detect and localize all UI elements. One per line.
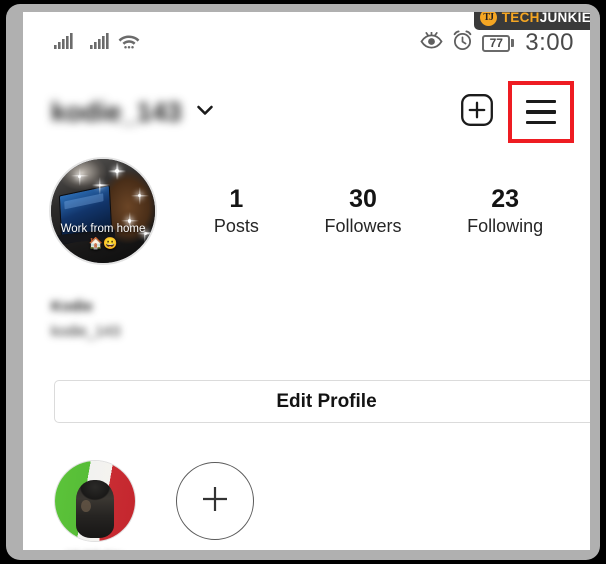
- new-post-button[interactable]: [456, 91, 498, 133]
- cellular-signal-icon: [89, 31, 111, 56]
- avatar[interactable]: Work from home 🏠😀: [49, 157, 157, 265]
- status-bar-left: [53, 31, 141, 56]
- watermark-brand-second: JUNKIE: [539, 12, 590, 25]
- techjunkie-watermark: TJ TECHJUNKIE: [473, 12, 590, 30]
- device-frame: TJ TECHJUNKIE 77 3:00 kodie_143 Work fro…: [6, 4, 600, 560]
- eye-care-icon: [420, 30, 443, 55]
- new-highlight[interactable]: New: [173, 460, 257, 550]
- stat-following-value: 23: [491, 184, 520, 213]
- profile-header: kodie_143: [23, 78, 590, 146]
- stat-posts[interactable]: 1 Posts: [214, 184, 259, 239]
- avatar-caption-emojis: 🏠😀: [88, 237, 118, 250]
- menu-button-highlight: [508, 81, 574, 143]
- bio-display-name: Kodie: [51, 298, 93, 315]
- sparkle-icon: [78, 174, 82, 178]
- new-highlight-label: New: [198, 548, 232, 550]
- username-dropdown[interactable]: kodie_143: [51, 97, 216, 128]
- profile-username: kodie_143: [51, 96, 182, 127]
- plus-icon: [198, 482, 232, 521]
- stat-posts-label: Posts: [213, 215, 259, 236]
- avatar-caption: Work from home 🏠😀: [51, 222, 155, 251]
- battery-icon: 77: [482, 34, 515, 52]
- highlight-label: Highlights: [66, 549, 123, 550]
- watermark-brand-first: TECH: [501, 12, 540, 25]
- battery-percent: 77: [489, 36, 503, 50]
- highlight-item[interactable]: Highlights: [53, 460, 137, 550]
- story-highlights: Highlights New: [53, 460, 257, 550]
- stat-following-label: Following: [467, 215, 544, 236]
- new-highlight-button[interactable]: [176, 462, 254, 540]
- chevron-down-icon[interactable]: [194, 99, 216, 126]
- phone-screen: TJ TECHJUNKIE 77 3:00 kodie_143 Work fro…: [23, 12, 590, 550]
- sparkle-icon: [115, 169, 120, 174]
- hamburger-menu-icon[interactable]: [526, 99, 556, 125]
- stat-followers-value: 30: [349, 184, 377, 213]
- wifi-icon: [117, 31, 141, 56]
- stat-posts-value: 1: [229, 184, 244, 213]
- status-bar: 77 3:00: [23, 26, 590, 60]
- avatar-caption-text: Work from home: [60, 223, 146, 236]
- stat-following[interactable]: 23 Following: [467, 184, 543, 239]
- cellular-signal-icon: [53, 31, 75, 56]
- status-clock: 3:00: [525, 29, 574, 56]
- techjunkie-logo-icon: TJ: [479, 12, 497, 26]
- edit-profile-label: Edit Profile: [276, 390, 377, 412]
- story-highlight-cover: [54, 460, 136, 542]
- stat-followers[interactable]: 30 Followers: [324, 184, 401, 239]
- sparkle-icon: [138, 194, 142, 198]
- highlight-cover-art: [55, 461, 135, 541]
- status-bar-right: 77 3:00: [420, 29, 574, 57]
- profile-stats: 1 Posts 30 Followers 23 Following: [157, 184, 590, 239]
- stat-followers-label: Followers: [324, 215, 402, 236]
- highlight-dog-shape: [75, 480, 115, 538]
- edit-profile-button[interactable]: Edit Profile: [54, 380, 590, 423]
- header-actions: [456, 81, 582, 143]
- profile-bio: Kodie kodie_143: [51, 298, 120, 340]
- profile-summary: Work from home 🏠😀 1 Posts 30 Followers 2…: [23, 152, 590, 270]
- bio-handle: kodie_143: [51, 323, 121, 340]
- alarm-clock-icon: [452, 30, 473, 56]
- plus-square-icon: [460, 93, 494, 132]
